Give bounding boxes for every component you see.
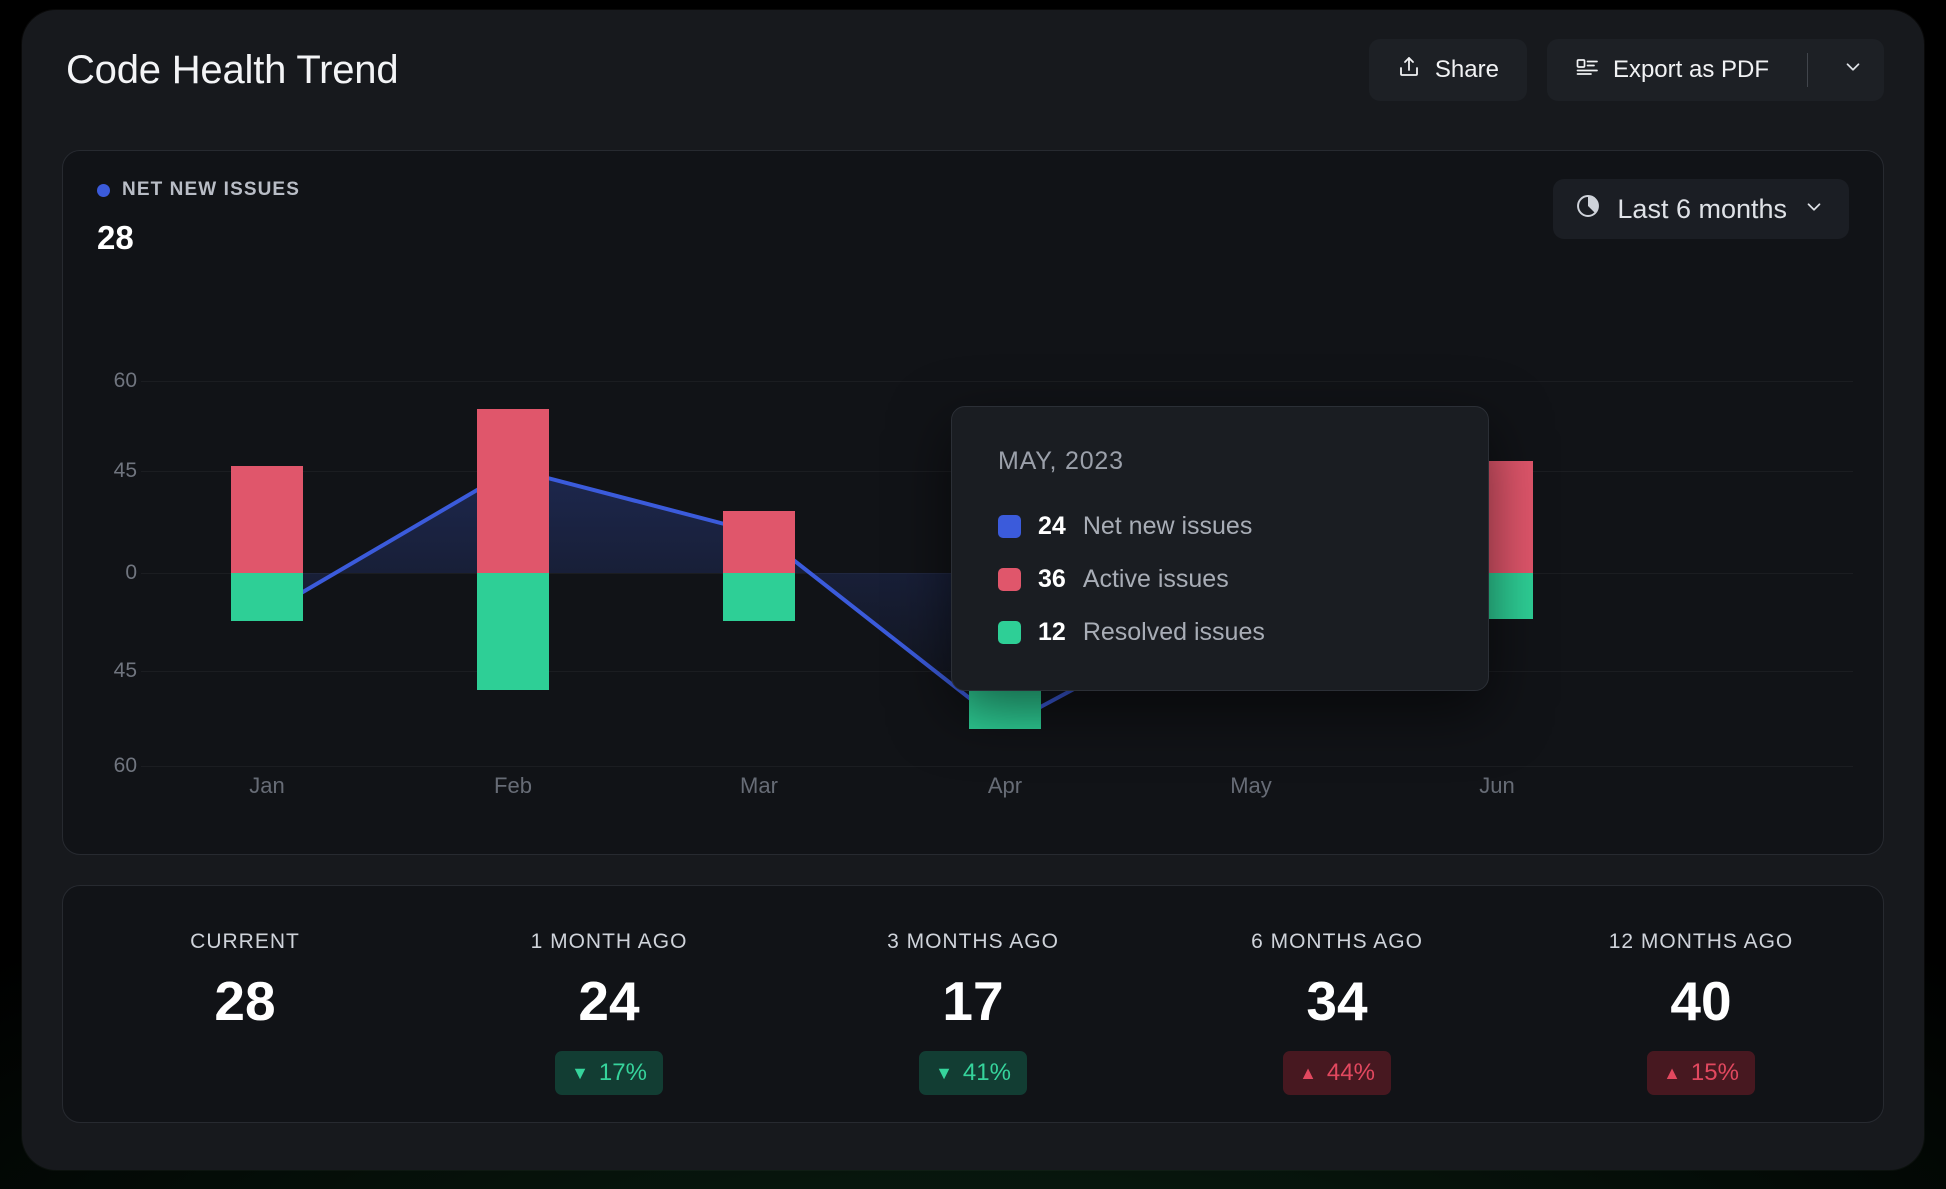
tooltip-value: 24 (1038, 512, 1066, 540)
gridline (141, 381, 1853, 382)
chevron-down-icon (1842, 56, 1864, 85)
stat-label: 6 MONTHS AGO (1251, 930, 1423, 953)
triangle-down-icon: ▼ (935, 1063, 953, 1083)
stat-value: 40 (1670, 970, 1732, 1032)
date-range-label: Last 6 months (1617, 193, 1787, 224)
stat-value: 34 (1306, 970, 1368, 1032)
stat-delta-badge: ▼ 17% (555, 1051, 663, 1095)
tooltip-row: 12 Resolved issues (998, 618, 1488, 647)
triangle-down-icon: ▼ (571, 1063, 589, 1083)
export-button-group: Export as PDF (1546, 39, 1884, 101)
app-root: Code Health Trend Share Export as PDF NE… (0, 0, 1946, 1189)
bar-resolved-mar[interactable] (723, 573, 795, 621)
tooltip-row: 24 Net new issues (998, 512, 1488, 541)
line-endpoint-marker (1487, 586, 1507, 606)
y-axis-tick: 60 (113, 754, 137, 777)
bar-resolved-feb[interactable] (477, 573, 549, 690)
series-label-text: NET NEW ISSUES (122, 179, 300, 200)
swatch-active-icon (998, 568, 1021, 591)
export-dropdown-toggle[interactable] (1822, 39, 1884, 101)
share-upload-icon (1397, 55, 1421, 86)
y-axis-tick: 45 (113, 659, 137, 682)
bar-resolved-jan[interactable] (231, 573, 303, 621)
stat-delta-badge: ▼ 41% (919, 1051, 1027, 1095)
header-actions: Share Export as PDF (1368, 39, 1884, 101)
stat-label: 3 MONTHS AGO (887, 930, 1059, 953)
tooltip-label: Active issues (1082, 565, 1229, 593)
stat-value: 24 (578, 970, 640, 1032)
stat-label: CURRENT (190, 930, 300, 953)
tooltip-rows: 24 Net new issues 36 Active issues 12 Re… (998, 512, 1488, 647)
x-axis-tick: Jan (249, 773, 285, 798)
tooltip-value: 12 (1038, 618, 1066, 646)
series-dot-icon (97, 183, 110, 197)
summary-stats-card: CURRENT 28 1 MONTH AGO 24 ▼ 17% 3 MONTHS… (62, 885, 1884, 1123)
document-list-icon (1575, 55, 1599, 86)
stat-delta-badge: ▲ 15% (1647, 1051, 1755, 1095)
gridline (141, 766, 1853, 767)
chart-card: NET NEW ISSUES 28 Last 6 months 60 45 0 … (62, 150, 1884, 855)
x-axis-tick: Jun (1479, 773, 1515, 798)
x-axis-tick: Mar (740, 773, 778, 798)
stat-value: 28 (214, 970, 276, 1032)
swatch-net-new-icon (998, 515, 1021, 538)
stat-label: 1 MONTH AGO (530, 930, 688, 953)
stat-1-month-ago: 1 MONTH AGO 24 ▼ 17% (427, 886, 791, 1122)
date-range-select[interactable]: Last 6 months (1553, 179, 1849, 239)
stat-delta-value: 17% (598, 1059, 647, 1086)
tooltip-label: Resolved issues (1082, 618, 1265, 646)
stat-delta-value: 15% (1690, 1059, 1739, 1086)
export-pdf-button[interactable]: Export as PDF (1547, 39, 1793, 101)
x-axis-tick: May (1230, 773, 1272, 798)
stat-value: 17 (942, 970, 1004, 1032)
bar-active-jan[interactable] (231, 466, 303, 573)
stat-delta-value: 41% (962, 1059, 1011, 1086)
y-axis-tick: 45 (113, 459, 137, 482)
tooltip-title: MAY, 2023 (998, 447, 1124, 475)
bar-active-mar[interactable] (723, 511, 795, 573)
share-button-label: Share (1434, 56, 1499, 83)
stat-delta-badge: ▲ 44% (1283, 1051, 1391, 1095)
button-divider (1807, 53, 1808, 87)
bar-active-feb[interactable] (477, 409, 549, 573)
tooltip-label: Net new issues (1082, 512, 1253, 540)
stat-3-months-ago: 3 MONTHS AGO 17 ▼ 41% (791, 886, 1155, 1122)
stat-6-months-ago: 6 MONTHS AGO 34 ▲ 44% (1155, 886, 1519, 1122)
tooltip-value: 36 (1038, 565, 1066, 593)
stat-label: 12 MONTHS AGO (1608, 930, 1794, 953)
stat-12-months-ago: 12 MONTHS AGO 40 ▲ 15% (1519, 886, 1883, 1122)
series-summary: NET NEW ISSUES 28 (97, 179, 1553, 257)
x-axis-tick: Feb (494, 773, 532, 798)
header-bar: Code Health Trend Share Export as PDF (22, 10, 1924, 130)
swatch-resolved-icon (998, 621, 1021, 644)
clock-pie-icon (1575, 193, 1601, 226)
series-legend: NET NEW ISSUES (97, 179, 1553, 201)
export-pdf-label: Export as PDF (1612, 56, 1769, 83)
triangle-up-icon: ▲ (1663, 1063, 1681, 1083)
stat-current: CURRENT 28 (63, 886, 427, 1122)
y-axis-tick: 60 (113, 369, 137, 392)
x-axis-tick: Apr (987, 773, 1023, 798)
series-value: 28 (97, 219, 134, 256)
triangle-up-icon: ▲ (1299, 1063, 1317, 1083)
tooltip-row: 36 Active issues (998, 565, 1488, 594)
stat-delta-value: 44% (1326, 1059, 1375, 1086)
chart-tooltip: MAY, 2023 24 Net new issues 36 Active is… (951, 406, 1489, 691)
chart-toolbar: NET NEW ISSUES 28 Last 6 months (63, 151, 1883, 257)
page-title: Code Health Trend (66, 47, 399, 92)
y-axis-tick: 0 (125, 561, 137, 584)
dashboard-window: Code Health Trend Share Export as PDF NE… (22, 10, 1924, 1170)
share-button[interactable]: Share (1368, 39, 1527, 101)
chevron-down-icon (1803, 194, 1825, 225)
